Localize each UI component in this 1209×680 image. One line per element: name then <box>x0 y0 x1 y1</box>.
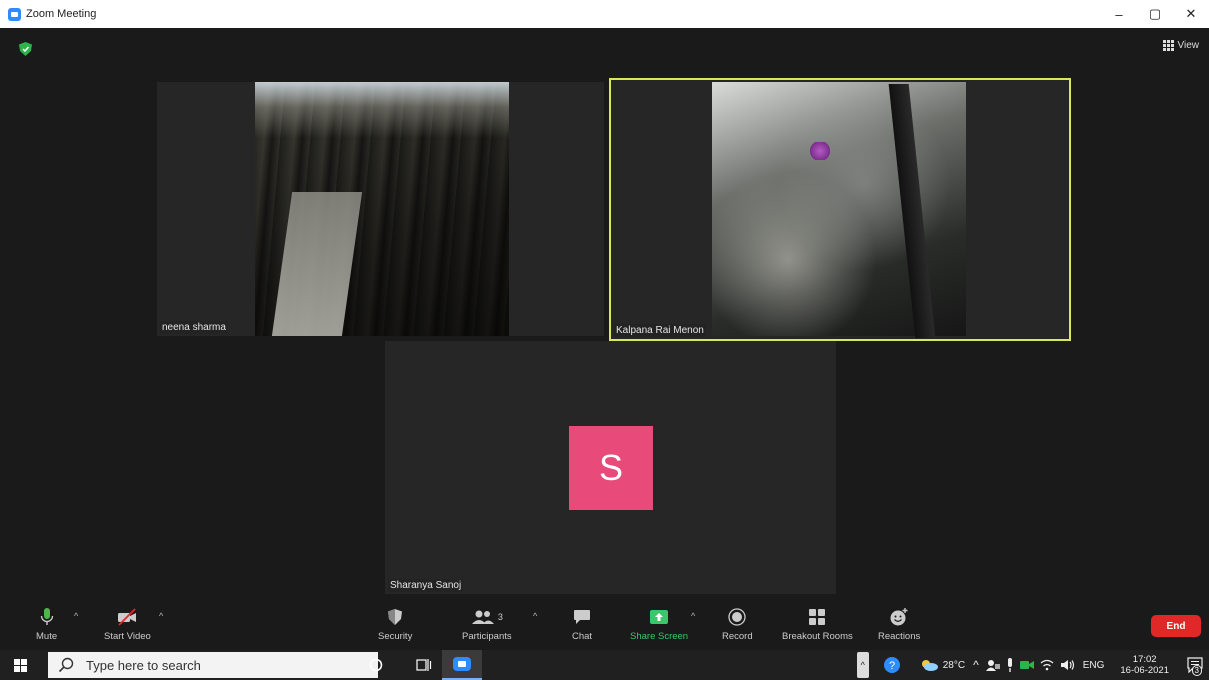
grid-view-icon <box>1162 40 1174 51</box>
share-options-caret[interactable]: ^ <box>691 611 695 621</box>
mute-button[interactable]: Mute <box>36 607 57 642</box>
share-screen-button[interactable]: Share Screen <box>630 607 688 642</box>
maximize-button[interactable]: ▢ <box>1137 0 1173 28</box>
speaker-volume-icon[interactable] <box>1060 659 1076 671</box>
network-people-icon[interactable] <box>985 659 1000 671</box>
share-screen-icon <box>650 610 669 624</box>
clock-time: 17:02 <box>1132 654 1157 665</box>
meeting-toolbar: Mute ^ Start Video ^ Security 3 Particip… <box>0 603 1209 650</box>
encryption-shield-icon[interactable] <box>19 42 32 56</box>
chat-bubble-icon <box>574 610 591 624</box>
camera-tray-icon[interactable] <box>1019 660 1034 670</box>
cortana-button[interactable] <box>362 650 390 680</box>
participants-label: Participants <box>462 631 512 642</box>
notifications-count: 3 <box>1191 665 1202 676</box>
zoom-logo-icon <box>8 7 21 21</box>
taskbar-search[interactable]: Type here to search <box>48 652 378 678</box>
breakout-rooms-label: Breakout Rooms <box>782 631 853 642</box>
microphone-icon <box>40 608 53 625</box>
view-button[interactable]: View <box>1162 40 1200 51</box>
record-icon <box>728 608 746 626</box>
participant-name: Kalpana Rai Menon <box>614 324 706 337</box>
security-shield-icon <box>388 609 403 625</box>
start-video-label: Start Video <box>104 631 151 642</box>
video-options-caret[interactable]: ^ <box>159 611 163 621</box>
start-video-button[interactable]: Start Video <box>104 607 151 642</box>
video-detail <box>809 142 831 160</box>
search-icon <box>58 657 74 673</box>
chat-label: Chat <box>572 631 593 642</box>
video-tile-kalpana-rai-menon[interactable]: Kalpana Rai Menon <box>609 78 1071 341</box>
reactions-button[interactable]: Reactions <box>878 607 920 642</box>
weather-temperature[interactable]: 28°C <box>943 660 965 671</box>
participants-options-caret[interactable]: ^ <box>533 611 537 621</box>
mute-label: Mute <box>36 631 58 642</box>
reactions-label: Reactions <box>878 631 921 642</box>
record-button[interactable]: Record <box>722 607 753 642</box>
input-language[interactable]: ENG <box>1083 660 1105 671</box>
windows-taskbar: Type here to search ^ ? 28°C ^ ENG 17:02… <box>0 650 1209 680</box>
participant-name: neena sharma <box>160 321 228 334</box>
security-button[interactable]: Security <box>378 607 412 642</box>
close-button[interactable]: ✕ <box>1173 0 1209 28</box>
task-view-button[interactable] <box>410 650 438 680</box>
participants-icon <box>471 610 494 624</box>
windows-logo-icon <box>13 658 27 672</box>
help-icon[interactable]: ? <box>883 656 901 674</box>
meeting-area: View neena sharma Kalpana Rai Menon S Sh… <box>0 28 1209 603</box>
record-label: Record <box>722 631 753 642</box>
avatar: S <box>569 426 653 510</box>
participant-name: Sharanya Sanoj <box>388 579 464 592</box>
chat-button[interactable]: Chat <box>572 607 592 642</box>
breakout-rooms-button[interactable]: Breakout Rooms <box>782 607 853 642</box>
wifi-icon[interactable] <box>1040 659 1054 671</box>
zoom-app-icon <box>453 657 471 671</box>
svg-text:?: ? <box>889 660 895 672</box>
search-placeholder: Type here to search <box>86 657 201 673</box>
video-off-icon <box>118 608 137 626</box>
task-view-icon <box>416 659 432 671</box>
taskbar-zoom-app[interactable] <box>442 650 482 680</box>
tray-scroll-caret[interactable]: ^ <box>856 652 869 678</box>
microphone-tray-icon[interactable] <box>1006 658 1014 672</box>
reactions-smiley-icon <box>890 608 908 626</box>
window-controls: – ▢ ✕ <box>1101 0 1209 28</box>
audio-options-caret[interactable]: ^ <box>74 611 78 621</box>
share-screen-label: Share Screen <box>630 631 689 642</box>
view-label: View <box>1177 40 1200 51</box>
start-button[interactable] <box>0 650 40 680</box>
participant-video <box>712 82 966 338</box>
taskbar-clock[interactable]: 17:02 16-06-2021 <box>1116 654 1173 676</box>
window-titlebar: Zoom Meeting – ▢ ✕ <box>0 0 1209 28</box>
weather-cloud-icon <box>921 660 938 671</box>
security-label: Security <box>378 631 413 642</box>
video-tile-sharanya-sanoj[interactable]: S Sharanya Sanoj <box>385 341 836 594</box>
participants-count: 3 <box>497 612 503 622</box>
breakout-rooms-icon <box>809 609 826 625</box>
end-meeting-button[interactable]: End <box>1151 615 1201 637</box>
show-hidden-icons-chevron-icon[interactable]: ^ <box>973 658 979 672</box>
video-detail <box>888 84 936 338</box>
window-title: Zoom Meeting <box>26 8 97 20</box>
system-tray: ^ ? 28°C ^ ENG 17:02 16-06-2021 3 <box>853 650 1209 680</box>
cortana-circle-icon <box>369 658 383 672</box>
video-tile-neena-sharma[interactable]: neena sharma <box>157 82 604 336</box>
minimize-button[interactable]: – <box>1101 0 1137 28</box>
action-center-button[interactable]: 3 <box>1181 650 1209 680</box>
clock-date: 16-06-2021 <box>1120 665 1169 676</box>
participants-button[interactable]: 3 Participants <box>462 607 512 642</box>
